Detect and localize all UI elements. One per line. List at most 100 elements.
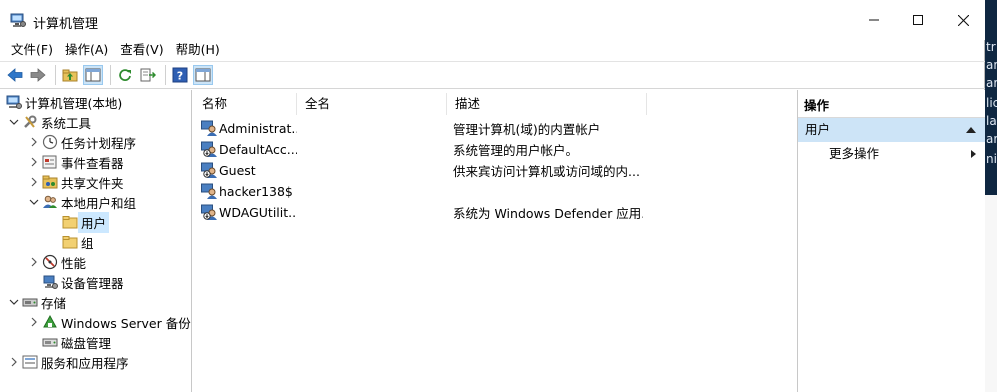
desktop-text: ar bbox=[986, 132, 997, 146]
chevron-right-icon[interactable] bbox=[8, 356, 20, 368]
folder-icon bbox=[62, 234, 78, 250]
tree-label: 组 bbox=[81, 235, 94, 251]
tree-label: 用户 bbox=[78, 211, 110, 233]
menu-file[interactable]: 文件(F) bbox=[0, 40, 59, 60]
tree-label: 计算机管理(本地) bbox=[25, 95, 123, 111]
back-arrow-icon bbox=[7, 68, 23, 82]
collapse-up-icon[interactable] bbox=[966, 127, 976, 133]
disabled-user-icon bbox=[201, 141, 217, 157]
user-description: 供来宾访问计算机或访问域的内... bbox=[453, 164, 640, 179]
toolbar-separator bbox=[110, 65, 111, 85]
tree-item-local-users-groups[interactable]: 本地用户和组 bbox=[28, 192, 136, 212]
computer-management-window: 计算机管理 文件(F) 操作(A) 查看(V) 帮助(H) ? 计算机管理(本地… bbox=[0, 0, 985, 392]
menu-action[interactable]: 操作(A) bbox=[59, 40, 114, 60]
tree-item-root[interactable]: 计算机管理(本地) bbox=[6, 92, 122, 112]
desktop-text: ar bbox=[986, 76, 997, 90]
toolbar-separator bbox=[55, 65, 56, 85]
computer-management-icon bbox=[6, 94, 22, 110]
list-item[interactable]: hacker138$ bbox=[194, 181, 794, 202]
tree-item-windows-server-backup[interactable]: Windows Server 备份 bbox=[28, 312, 191, 332]
tree-item-groups[interactable]: 组 bbox=[62, 232, 94, 252]
tree-label: 服务和应用程序 bbox=[41, 355, 129, 371]
computer-management-icon bbox=[10, 13, 26, 28]
tree-item-performance[interactable]: 性能 bbox=[28, 252, 86, 272]
tools-icon bbox=[22, 114, 38, 130]
console-tree: 计算机管理(本地) 系统工具 任务计划程序 事件查看器 共享文件夹 本地用户和组… bbox=[0, 90, 192, 392]
up-level-button[interactable] bbox=[60, 65, 80, 85]
list-item[interactable]: DefaultAcc... 系统管理的用户帐户。 bbox=[194, 139, 794, 160]
tree-item-task-scheduler[interactable]: 任务计划程序 bbox=[28, 132, 136, 152]
chevron-right-icon[interactable] bbox=[28, 156, 40, 168]
column-header-fullname[interactable]: 全名 bbox=[297, 93, 447, 115]
user-name: Guest bbox=[219, 163, 256, 178]
menu-view[interactable]: 查看(V) bbox=[114, 40, 169, 60]
tree-item-disk-management[interactable]: 磁盘管理 bbox=[42, 332, 111, 352]
tree-item-users[interactable]: 用户 bbox=[62, 211, 110, 233]
chevron-down-icon[interactable] bbox=[28, 196, 40, 208]
column-header-name[interactable]: 名称 bbox=[194, 93, 297, 115]
chevron-right-icon[interactable] bbox=[28, 176, 40, 188]
close-button[interactable] bbox=[940, 0, 986, 40]
submenu-arrow-icon bbox=[971, 150, 976, 158]
tree-item-services-apps[interactable]: 服务和应用程序 bbox=[8, 352, 129, 372]
tree-item-system-tools[interactable]: 系统工具 bbox=[8, 112, 91, 132]
menu-help[interactable]: 帮助(H) bbox=[170, 40, 226, 60]
export-list-button[interactable] bbox=[138, 65, 158, 85]
desktop-background: tr an ar lic la ar nit bbox=[985, 0, 997, 392]
more-actions-item[interactable]: 更多操作 bbox=[798, 142, 985, 166]
clock-icon bbox=[42, 134, 58, 150]
tree-item-event-viewer[interactable]: 事件查看器 bbox=[28, 152, 124, 172]
maximize-button[interactable] bbox=[895, 0, 941, 40]
desktop-text: an bbox=[986, 58, 997, 72]
services-icon bbox=[22, 354, 38, 370]
title-bar[interactable]: 计算机管理 bbox=[0, 0, 985, 40]
tree-label: 设备管理器 bbox=[61, 275, 124, 291]
user-icon bbox=[201, 183, 217, 199]
tree-label: Windows Server 备份 bbox=[61, 315, 191, 331]
performance-icon bbox=[42, 254, 58, 270]
back-button[interactable] bbox=[5, 65, 25, 85]
shared-folder-icon bbox=[42, 174, 58, 190]
tree-item-shared-folders[interactable]: 共享文件夹 bbox=[28, 172, 124, 192]
window-title: 计算机管理 bbox=[33, 17, 99, 32]
menu-bar: 文件(F) 操作(A) 查看(V) 帮助(H) bbox=[0, 40, 985, 60]
refresh-icon bbox=[119, 69, 131, 81]
show-hide-console-tree-button[interactable] bbox=[83, 65, 103, 85]
forward-button[interactable] bbox=[28, 65, 48, 85]
tree-item-device-manager[interactable]: 设备管理器 bbox=[42, 272, 124, 292]
action-section-label: 用户 bbox=[805, 122, 831, 137]
background-window bbox=[985, 195, 997, 392]
disabled-user-icon bbox=[201, 162, 217, 178]
list-item[interactable]: WDAGUtilit... 系统为 Windows Defender 应用... bbox=[194, 202, 794, 223]
action-pane-icon bbox=[195, 68, 211, 82]
disk-management-icon bbox=[42, 334, 58, 350]
tree-label: 本地用户和组 bbox=[61, 195, 137, 211]
tree-label: 存储 bbox=[41, 295, 67, 311]
users-group-icon bbox=[42, 194, 58, 210]
action-pane: 操作 用户 更多操作 bbox=[797, 90, 985, 392]
device-manager-icon bbox=[42, 274, 58, 290]
action-section-users[interactable]: 用户 bbox=[798, 118, 985, 142]
disabled-user-icon bbox=[201, 204, 217, 220]
column-header-description[interactable]: 描述 bbox=[447, 93, 647, 115]
list-item[interactable]: Administrat... 管理计算机(域)的内置帐户 bbox=[194, 118, 794, 139]
minimize-button[interactable] bbox=[851, 0, 897, 40]
chevron-right-icon[interactable] bbox=[28, 316, 40, 328]
help-button[interactable]: ? bbox=[170, 65, 190, 85]
chevron-right-icon[interactable] bbox=[28, 136, 40, 148]
list-item[interactable]: Guest 供来宾访问计算机或访问域的内... bbox=[194, 160, 794, 181]
forward-arrow-icon bbox=[30, 68, 46, 82]
show-hide-action-pane-button[interactable] bbox=[193, 65, 213, 85]
chevron-down-icon[interactable] bbox=[8, 296, 20, 308]
storage-icon bbox=[22, 294, 38, 310]
chevron-down-icon[interactable] bbox=[8, 116, 20, 128]
toolbar-separator bbox=[165, 65, 166, 85]
tree-item-storage[interactable]: 存储 bbox=[8, 292, 66, 312]
user-description: 系统为 Windows Defender 应用... bbox=[453, 206, 643, 221]
tree-label: 共享文件夹 bbox=[61, 175, 124, 191]
user-description: 系统管理的用户帐户。 bbox=[453, 143, 579, 158]
chevron-right-icon[interactable] bbox=[28, 256, 40, 268]
up-folder-icon bbox=[62, 69, 78, 82]
tree-label: 任务计划程序 bbox=[61, 135, 137, 151]
refresh-button[interactable] bbox=[115, 65, 135, 85]
